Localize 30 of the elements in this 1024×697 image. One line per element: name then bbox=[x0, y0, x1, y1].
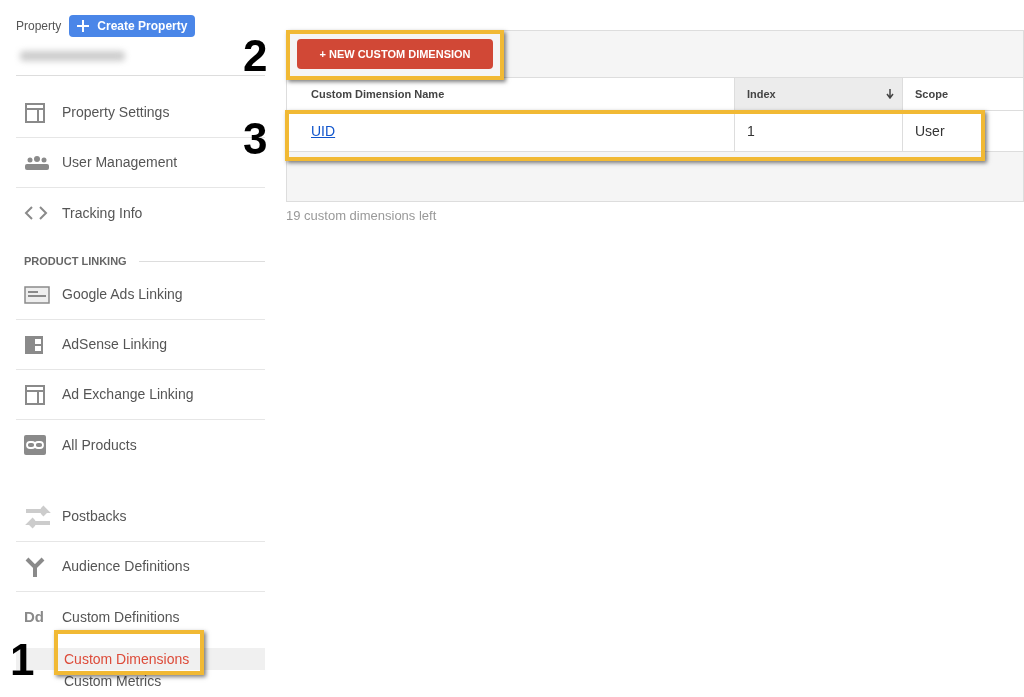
sidebar-item[interactable]: AdSense Linking bbox=[16, 320, 265, 370]
sidebar-item[interactable]: Ad Exchange Linking bbox=[16, 370, 265, 420]
property-label: Property bbox=[16, 18, 62, 35]
sidebar-item[interactable]: All Products bbox=[16, 420, 265, 470]
column-header[interactable]: Scope bbox=[903, 78, 1024, 110]
step-number: 2 bbox=[243, 34, 268, 78]
remaining-count: 19 custom dimensions left bbox=[286, 207, 438, 225]
link-icon bbox=[24, 435, 46, 455]
swap-arrows-icon bbox=[24, 503, 52, 530]
table-cell-text: User bbox=[914, 121, 946, 141]
layout-icon bbox=[24, 101, 46, 124]
page-icon bbox=[24, 334, 44, 355]
sidebar-item[interactable]: Tracking Info bbox=[16, 188, 265, 238]
section-heading: PRODUCT LINKING bbox=[24, 253, 127, 269]
table-cell: 1 bbox=[735, 111, 903, 151]
plus-icon bbox=[77, 20, 90, 32]
banner-icon bbox=[24, 285, 50, 304]
sidebar-item[interactable]: Postbacks bbox=[16, 492, 265, 542]
people-icon bbox=[24, 155, 50, 170]
layout-icon bbox=[24, 383, 46, 406]
sidebar-item[interactable]: Google Ads Linking bbox=[16, 270, 265, 320]
fork-icon bbox=[24, 555, 46, 578]
sidebar-item[interactable]: Audience Definitions bbox=[16, 542, 265, 592]
sort-down-icon bbox=[886, 89, 894, 99]
new-custom-dimension-button[interactable]: + NEW CUSTOM DIMENSION bbox=[297, 39, 493, 69]
column-header[interactable]: Index bbox=[735, 78, 903, 110]
create-property-button[interactable]: Create Property bbox=[69, 15, 196, 37]
dd-icon: Dd bbox=[24, 605, 44, 629]
dimension-link[interactable]: UID bbox=[311, 120, 336, 142]
code-icon bbox=[24, 205, 48, 221]
